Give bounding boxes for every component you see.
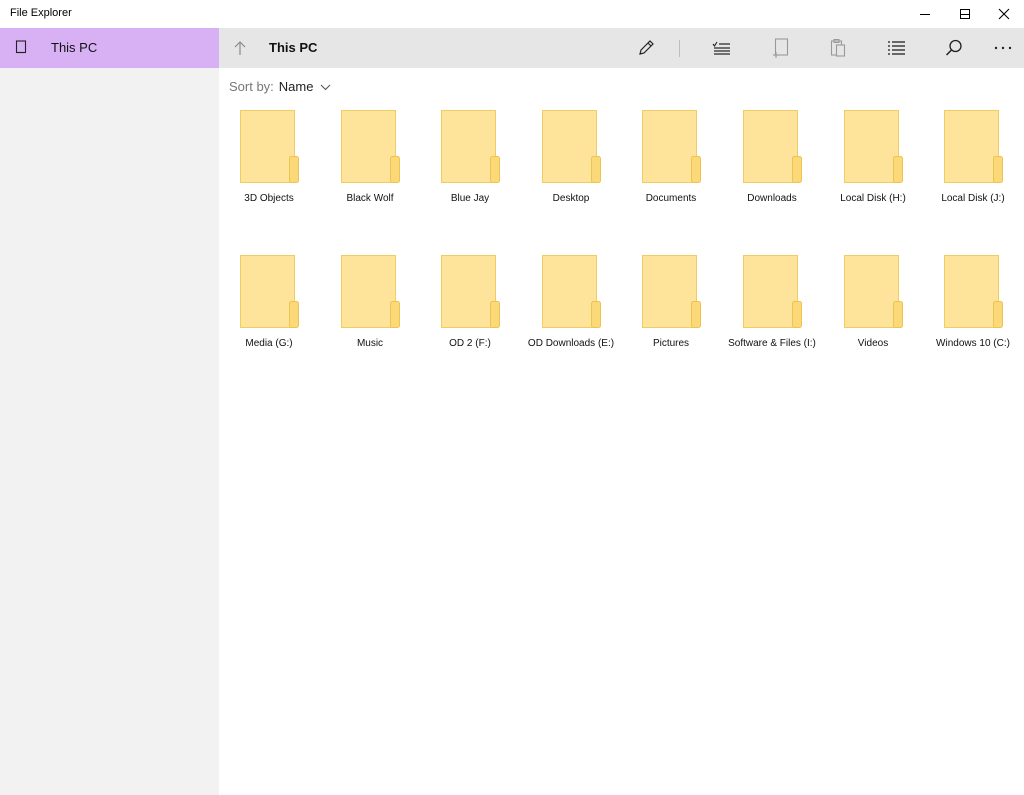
folder-name: OD Downloads (E:) <box>527 338 615 349</box>
close-button[interactable] <box>984 0 1024 28</box>
folder-icon <box>341 255 400 328</box>
folder-icon <box>441 255 500 328</box>
device-icon <box>15 40 27 54</box>
folder-name: Downloads <box>747 193 797 204</box>
folder-icon <box>743 110 802 183</box>
sort-control[interactable]: Sort by: Name <box>229 79 331 94</box>
folder-icon <box>944 110 1003 183</box>
paste-button[interactable] <box>825 36 851 60</box>
folder-name: Videos <box>857 338 889 349</box>
close-icon <box>998 8 1010 20</box>
folder-item[interactable]: Downloads <box>722 110 822 250</box>
folder-name: Black Wolf <box>346 193 394 204</box>
folder-item[interactable]: OD 2 (F:) <box>420 255 520 395</box>
more-icon <box>994 46 1012 50</box>
folder-item[interactable]: Black Wolf <box>320 110 420 250</box>
sort-label: Sort by: <box>229 79 274 94</box>
location-title: This PC <box>269 40 318 55</box>
new-item-icon <box>773 38 789 58</box>
folder-name: Windows 10 (C:) <box>936 338 1010 349</box>
folder-item[interactable]: Blue Jay <box>420 110 520 250</box>
folder-name: Documents <box>645 193 697 204</box>
view-button[interactable] <box>883 36 909 60</box>
folder-item[interactable]: Videos <box>823 255 923 395</box>
search-icon <box>945 39 962 56</box>
sidebar-item-this-pc[interactable]: This PC <box>0 28 219 68</box>
folder-item[interactable]: Pictures <box>621 255 721 395</box>
minimize-button[interactable] <box>905 0 945 28</box>
folder-icon <box>844 255 903 328</box>
folder-icon <box>240 255 299 328</box>
folder-item[interactable]: Documents <box>621 110 721 250</box>
folder-name: OD 2 (F:) <box>449 338 491 349</box>
folder-name: Software & Files (I:) <box>728 338 816 349</box>
folder-item[interactable]: Local Disk (J:) <box>923 110 1023 250</box>
clipboard-icon <box>830 39 846 57</box>
pencil-icon <box>639 40 654 55</box>
more-button[interactable] <box>990 36 1016 60</box>
folder-item[interactable]: Desktop <box>521 110 621 250</box>
folder-icon <box>642 255 701 328</box>
folder-item[interactable]: Media (G:) <box>219 255 319 395</box>
folder-icon <box>542 255 601 328</box>
folder-icon <box>441 110 500 183</box>
chevron-down-icon <box>321 84 331 90</box>
app-title: File Explorer <box>10 7 72 19</box>
up-button[interactable] <box>229 38 251 58</box>
select-button[interactable] <box>709 36 735 60</box>
folder-item[interactable]: Local Disk (H:) <box>823 110 923 250</box>
folder-item[interactable]: Windows 10 (C:) <box>923 255 1023 395</box>
new-item-button[interactable] <box>768 36 794 60</box>
title-bar: File Explorer <box>0 0 1024 28</box>
minimize-icon <box>920 14 930 15</box>
folder-name: Desktop <box>552 193 590 204</box>
folder-name: Local Disk (J:) <box>941 193 1005 204</box>
folder-icon <box>642 110 701 183</box>
maximize-icon <box>960 9 970 19</box>
folder-item[interactable]: OD Downloads (E:) <box>521 255 621 395</box>
folder-name: Music <box>356 338 384 349</box>
folder-icon <box>944 255 1003 328</box>
folder-name: Local Disk (H:) <box>840 193 906 204</box>
toolbar-separator <box>679 40 680 57</box>
checklist-icon <box>712 41 730 55</box>
folder-item[interactable]: Software & Files (I:) <box>722 255 822 395</box>
folder-item[interactable]: Music <box>320 255 420 395</box>
folder-name: 3D Objects <box>244 193 294 204</box>
folder-item[interactable]: 3D Objects <box>219 110 319 250</box>
navigation-pane: This PC <box>0 28 219 795</box>
folder-icon <box>844 110 903 183</box>
folder-icon <box>341 110 400 183</box>
command-bar: This PC <box>219 28 1024 68</box>
folder-name: Media (G:) <box>245 338 293 349</box>
sidebar-item-label: This PC <box>51 40 98 55</box>
sort-value: Name <box>278 79 314 94</box>
maximize-button[interactable] <box>945 0 985 28</box>
rename-button[interactable] <box>633 36 659 60</box>
up-arrow-icon <box>234 41 246 55</box>
folder-icon <box>240 110 299 183</box>
content-area: Sort by: Name 3D Objects Black Wolf Blue J… <box>219 68 1024 795</box>
folder-name: Pictures <box>652 338 690 349</box>
list-view-icon <box>888 41 905 55</box>
folder-icon <box>542 110 601 183</box>
search-button[interactable] <box>941 36 967 60</box>
folder-name: Blue Jay <box>450 193 490 204</box>
folder-icon <box>743 255 802 328</box>
